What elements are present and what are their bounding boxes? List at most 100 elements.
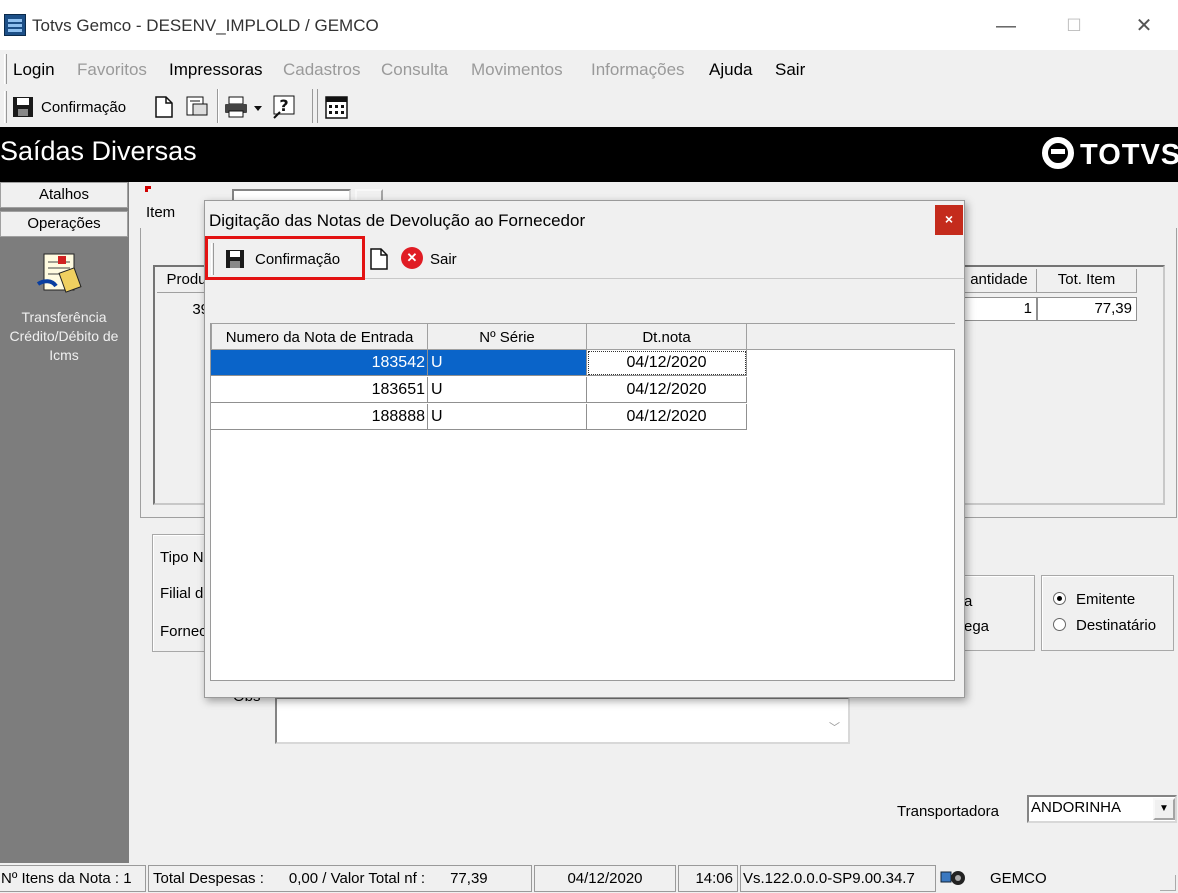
totvs-logo-text: TOTVS xyxy=(1080,139,1178,171)
status-despesas: Total Despesas : 0,00 / Valor Total nf :… xyxy=(148,865,532,892)
close-window-button[interactable]: ✕ xyxy=(1121,12,1167,40)
dropdown-arrow-icon[interactable]: ▼ xyxy=(1153,798,1175,820)
new-document-icon xyxy=(155,96,173,118)
sidebar-shortcut-label[interactable]: Transferência Crédito/Débito de Icms xyxy=(0,308,128,365)
status-version: Vs.122.0.0.0-SP9.00.34.7 xyxy=(740,865,936,892)
transportadora-label: Transportadora xyxy=(897,803,999,820)
printer-button[interactable] xyxy=(224,95,264,123)
menu-bar: Login Favoritos Impressoras Cadastros Co… xyxy=(0,52,1178,86)
table-row[interactable]: 183542 U 04/12/2020 xyxy=(211,350,747,377)
toolbar-separator-2 xyxy=(312,89,318,123)
totvs-logo: TOTVS xyxy=(1042,137,1178,172)
menu-ajuda[interactable]: Ajuda xyxy=(709,60,752,80)
status-time: 14:06 xyxy=(678,865,738,892)
cell-data[interactable]: 04/12/2020 xyxy=(587,404,747,430)
menu-cadastros[interactable]: Cadastros xyxy=(283,60,360,80)
title-bar: Totvs Gemco - DESENV_IMPLOLD / GEMCO — ☐… xyxy=(0,0,1178,50)
cell-serie[interactable]: U xyxy=(428,377,587,403)
status-itens: Nº Itens da Nota : 1 xyxy=(0,865,146,892)
status-user: GEMCO xyxy=(990,870,1047,887)
page-header: Saídas Diversas TOTVS xyxy=(0,127,1178,182)
item-label: Item xyxy=(146,204,176,221)
group-label-b: ega xyxy=(964,618,990,635)
menu-consulta[interactable]: Consulta xyxy=(381,60,448,80)
app-icon xyxy=(4,14,26,36)
help-icon: ? xyxy=(273,95,295,119)
cell-tot-item[interactable]: 77,39 xyxy=(1037,297,1137,321)
confirm-highlight-box xyxy=(205,236,365,280)
menu-grip xyxy=(4,54,7,84)
required-marker xyxy=(145,186,151,192)
fornecedor-label: Fornec xyxy=(160,623,207,640)
toolbar-confirm-label[interactable]: Confirmação xyxy=(41,99,126,116)
radio-destinatario[interactable] xyxy=(1053,618,1066,631)
table-row[interactable]: 183651 U 04/12/2020 xyxy=(211,377,747,404)
cell-serie[interactable]: U xyxy=(428,404,587,430)
transportadora-value: ANDORINHA xyxy=(1031,799,1122,816)
grid-header-filler xyxy=(747,323,955,350)
dialog-exit-label[interactable]: Sair xyxy=(430,251,457,268)
dialog-close-button[interactable]: × xyxy=(935,205,963,235)
new-document-button[interactable] xyxy=(154,95,174,123)
table-row[interactable]: 188888 U 04/12/2020 xyxy=(211,404,747,431)
transportadora-select[interactable]: ANDORINHA ▼ xyxy=(1027,795,1177,823)
scroll-down-icon[interactable]: ﹀ xyxy=(829,719,840,735)
cell-quantidade[interactable]: 1 xyxy=(962,297,1037,321)
dialog-new-button[interactable] xyxy=(369,247,389,275)
cell-produto[interactable]: 39 xyxy=(159,301,209,318)
emitente-group xyxy=(1041,575,1174,651)
menu-informacoes[interactable]: Informações xyxy=(591,60,685,80)
menu-login[interactable]: Login xyxy=(13,60,55,80)
menu-impressoras[interactable]: Impressoras xyxy=(169,60,263,80)
col-tot-item[interactable]: Tot. Item xyxy=(1037,269,1137,293)
main-toolbar: Confirmação ? xyxy=(0,88,360,126)
sidebar-tab-atalhos[interactable]: Atalhos xyxy=(0,182,128,208)
col-dt-nota[interactable]: Dt.nota xyxy=(587,323,747,350)
status-date: 04/12/2020 xyxy=(534,865,676,892)
printer-icon xyxy=(225,96,262,118)
transfer-credit-icon[interactable] xyxy=(34,250,82,304)
radio-emitente-label[interactable]: Emitente xyxy=(1076,591,1135,608)
radio-emitente[interactable] xyxy=(1053,592,1066,605)
group-label-a: a xyxy=(964,593,973,610)
page-title: Saídas Diversas xyxy=(0,136,197,166)
dialog-title: Digitação das Notas de Devolução ao Forn… xyxy=(209,211,586,230)
minimize-button[interactable]: — xyxy=(983,12,1029,40)
toolbar-separator xyxy=(217,89,219,123)
calendar-icon xyxy=(325,96,348,119)
help-button[interactable]: ? xyxy=(272,94,298,124)
menu-sair[interactable]: Sair xyxy=(775,60,805,80)
toolbar-grip xyxy=(4,91,7,123)
exit-icon[interactable]: ✕ xyxy=(401,247,423,269)
window-title: Totvs Gemco - DESENV_IMPLOLD / GEMCO xyxy=(32,16,379,35)
maximize-button[interactable]: ☐ xyxy=(1051,12,1097,40)
cell-serie[interactable]: U xyxy=(428,350,587,376)
floppy-icon xyxy=(13,97,33,117)
calendar-button[interactable] xyxy=(324,94,350,124)
cell-numero[interactable]: 183542 xyxy=(211,350,428,376)
filial-label: Filial d xyxy=(160,585,204,602)
col-numero-nota[interactable]: Numero da Nota de Entrada xyxy=(211,323,428,350)
totvs-logo-mark-icon xyxy=(1042,137,1074,169)
cell-numero[interactable]: 188888 xyxy=(211,404,428,430)
new-document-icon xyxy=(370,248,388,270)
print-preview-button[interactable] xyxy=(183,95,211,123)
save-button[interactable] xyxy=(12,96,34,118)
obs-textarea[interactable]: ﹀ xyxy=(275,697,850,744)
menu-movimentos[interactable]: Movimentos xyxy=(471,60,563,80)
radio-destinatario-label[interactable]: Destinatário xyxy=(1076,617,1156,634)
notas-grid: Numero da Nota de Entrada Nº Série Dt.no… xyxy=(210,323,955,681)
resize-grip-icon[interactable] xyxy=(1160,875,1176,891)
cell-numero[interactable]: 183651 xyxy=(211,377,428,403)
sidebar-tab-operacoes[interactable]: Operações xyxy=(0,211,128,237)
sidebar: Atalhos Operações Transferência Crédito/… xyxy=(0,182,129,863)
menu-favoritos[interactable]: Favoritos xyxy=(77,60,147,80)
devolucao-dialog: Digitação das Notas de Devolução ao Forn… xyxy=(204,200,965,698)
tipo-label: Tipo N xyxy=(160,549,204,566)
connection-icon xyxy=(940,868,966,892)
col-quantidade[interactable]: antidade xyxy=(962,269,1037,293)
print-preview-icon xyxy=(186,96,208,116)
cell-data[interactable]: 04/12/2020 xyxy=(587,350,747,376)
cell-data[interactable]: 04/12/2020 xyxy=(587,377,747,403)
col-serie[interactable]: Nº Série xyxy=(428,323,587,350)
